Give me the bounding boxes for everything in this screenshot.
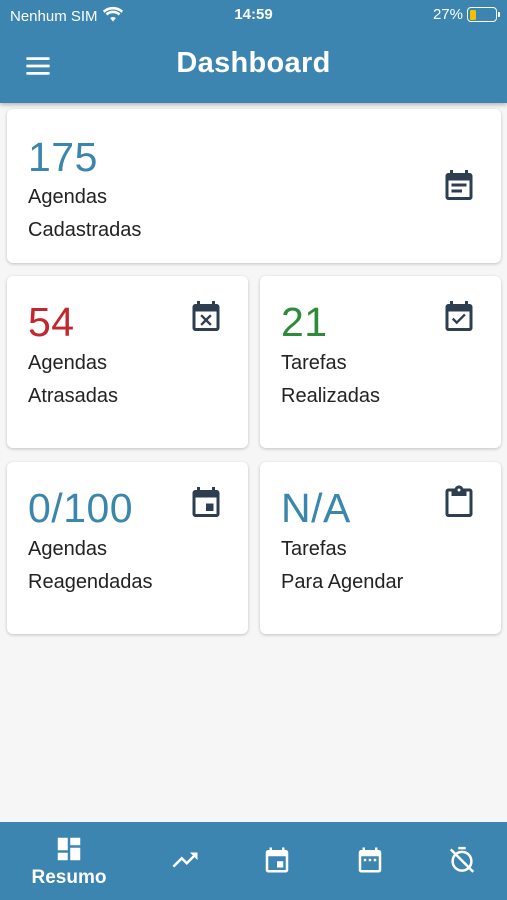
card-label: Tarefas Para Agendar (281, 538, 404, 593)
card-agendas-atrasadas[interactable]: 54 Agendas Atrasadas (7, 276, 248, 448)
card-value: N/A (281, 485, 351, 531)
card-tarefas-realizadas[interactable]: 21 Tarefas Realizadas (260, 276, 501, 448)
card-agendas-cadastradas[interactable]: 175 Agendas Cadastradas (7, 109, 501, 263)
clock: 14:59 (234, 6, 273, 23)
calendar-today-icon (262, 845, 292, 875)
nav-item-trends[interactable] (135, 822, 235, 900)
card-label: Agendas Reagendadas (28, 538, 153, 593)
calendar-month-icon (355, 845, 385, 875)
timer-off-icon (447, 845, 477, 875)
card-agendas-reagendadas[interactable]: 0/100 Agendas Reagendadas (7, 462, 248, 634)
app-screen: Nenhum SIM 14:59 27% Dashboard 175 Agend… (0, 0, 507, 900)
battery-level (469, 9, 477, 20)
battery-status: 27% (432, 6, 500, 23)
card-label: Tarefas Realizadas (281, 352, 380, 407)
battery-percent: 27% (432, 6, 463, 23)
clipboard-icon (441, 484, 477, 520)
nav-item-resumo[interactable]: Resumo (19, 822, 119, 900)
bottom-navigation: Resumo (0, 822, 507, 900)
card-tarefas-para-agendar[interactable]: N/A Tarefas Para Agendar (260, 462, 501, 634)
card-value: 54 (28, 299, 75, 345)
event-available-icon (441, 298, 477, 334)
nav-label: Resumo (31, 867, 107, 888)
card-value: 21 (281, 299, 328, 345)
dashboard-grid-icon (54, 834, 84, 864)
battery-icon (467, 7, 500, 22)
header: Nenhum SIM 14:59 27% Dashboard (0, 0, 507, 103)
nav-item-calendar[interactable] (320, 822, 420, 900)
event-note-icon (441, 167, 477, 203)
event-today-icon (188, 484, 224, 520)
event-busy-icon (188, 298, 224, 334)
card-label: Agendas Cadastradas (28, 186, 142, 241)
nav-item-today[interactable] (227, 822, 327, 900)
card-label: Agendas Atrasadas (28, 352, 119, 407)
card-value: 175 (28, 134, 98, 180)
app-bar: Dashboard (0, 30, 507, 103)
trending-up-icon (170, 845, 200, 875)
nav-item-timer[interactable] (412, 822, 507, 900)
status-bar: Nenhum SIM 14:59 27% (0, 0, 507, 30)
page-title: Dashboard (176, 47, 331, 79)
card-value: 0/100 (28, 485, 134, 531)
